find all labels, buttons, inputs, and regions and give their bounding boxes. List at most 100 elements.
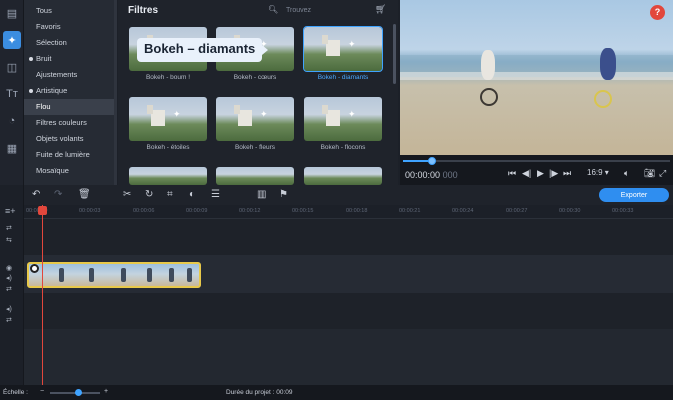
- clip-frame-figure: [187, 268, 192, 282]
- audio-track-mute-icon[interactable]: ◂): [6, 305, 12, 313]
- video-track-mute-icon[interactable]: ◂): [6, 274, 12, 282]
- more-tools-icon[interactable]: ▦: [3, 139, 21, 157]
- category-item[interactable]: Fuite de lumière: [24, 147, 117, 163]
- category-item-selected[interactable]: Flou: [24, 99, 117, 115]
- filters-scrollbar[interactable]: [393, 24, 396, 84]
- settings-sliders-icon[interactable]: ☰: [211, 189, 220, 200]
- playback-progress[interactable]: [403, 157, 670, 165]
- playhead-line[interactable]: [42, 205, 43, 385]
- filter-tooltip: Bokeh – diamants: [137, 38, 269, 62]
- step-forward-icon[interactable]: |▶: [549, 168, 558, 179]
- tools-sidebar: ▤ ✦ ◫ Tт ◔ ▦: [0, 0, 24, 185]
- filter-label: Bokeh - cœurs: [233, 74, 277, 81]
- category-item[interactable]: Bruit: [24, 51, 117, 67]
- titles-icon[interactable]: Tт: [3, 85, 21, 103]
- ruler-tick-label: 00:00:15: [292, 208, 314, 214]
- transitions-icon[interactable]: ◫: [3, 58, 21, 76]
- clip-frame-figure: [169, 268, 174, 282]
- cut-icon[interactable]: ✂: [123, 189, 131, 200]
- zoom-in-icon[interactable]: +: [104, 388, 108, 395]
- project-duration: Durée du projet : 00:09: [226, 389, 293, 396]
- scale-slider-knob[interactable]: [74, 389, 82, 396]
- timeline-tracks[interactable]: [24, 219, 673, 385]
- search-icon[interactable]: 🔍︎: [268, 5, 278, 14]
- category-item[interactable]: Artistique: [24, 83, 117, 99]
- filters-magic-icon[interactable]: ✦: [3, 31, 21, 49]
- title-track[interactable]: [24, 219, 673, 255]
- timeline-ruler[interactable]: 00:00:00 00:00:03 00:00:06 00:00:09 00:0…: [24, 205, 673, 219]
- video-track-visibility-icon[interactable]: ◉: [6, 264, 12, 272]
- timecode-ms: 000: [442, 170, 458, 180]
- clip-frame-figure: [89, 268, 94, 282]
- filter-thumbnail[interactable]: [216, 167, 294, 185]
- video-track-link-icon[interactable]: ⇄: [6, 285, 12, 293]
- filters-title: Filtres: [128, 4, 159, 16]
- track-lock-icon[interactable]: ⇆: [6, 236, 12, 244]
- filters-header: Filtres 🔍︎ 🛒︎: [118, 0, 398, 20]
- category-item[interactable]: Filtres couleurs: [24, 115, 117, 131]
- skip-start-icon[interactable]: ⏮︎: [508, 168, 516, 179]
- fullscreen-icon[interactable]: ⤢: [659, 168, 666, 179]
- video-clip[interactable]: [27, 262, 201, 288]
- zoom-out-icon[interactable]: −: [40, 388, 44, 395]
- castle-image: [234, 105, 252, 126]
- category-item[interactable]: Favoris: [24, 19, 117, 35]
- track-link-icon[interactable]: ⇄: [6, 224, 12, 232]
- marker-flag-icon[interactable]: ⚑: [279, 189, 288, 200]
- category-item[interactable]: Tous: [24, 3, 117, 19]
- filter-thumbnail[interactable]: [304, 167, 382, 185]
- delete-icon[interactable]: 🗑︎: [78, 189, 91, 200]
- volume-icon[interactable]: 🔈︎: [624, 168, 629, 179]
- help-icon[interactable]: ?: [650, 5, 665, 20]
- color-adjust-icon[interactable]: ◐: [189, 189, 195, 200]
- snapshot-icon[interactable]: 📷︎: [644, 168, 655, 179]
- video-preview[interactable]: ?: [400, 0, 673, 155]
- ruler-tick-label: 00:00:24: [452, 208, 474, 214]
- add-track-icon[interactable]: ≡+: [5, 206, 16, 216]
- category-item[interactable]: Objets volants: [24, 131, 117, 147]
- sparkle-icon: ✦: [173, 109, 181, 119]
- category-item[interactable]: Sélection: [24, 35, 117, 51]
- clip-frame-figure: [121, 268, 126, 282]
- redo-icon[interactable]: ↷: [54, 189, 62, 200]
- export-button[interactable]: Exporter: [599, 188, 669, 202]
- undo-icon[interactable]: ↶: [32, 189, 40, 200]
- filter-label: Bokeh - étoiles: [146, 144, 190, 151]
- category-scrollbar[interactable]: [114, 0, 117, 185]
- filter-thumbnail-selected[interactable]: ✦: [303, 26, 383, 72]
- aspect-ratio-select[interactable]: 16:9 ▾: [587, 168, 609, 177]
- cart-icon[interactable]: 🛒︎: [375, 4, 386, 15]
- clip-filter-badge-icon: [30, 264, 39, 273]
- filter-label: Bokeh - fleurs: [234, 144, 276, 151]
- play-icon[interactable]: ▶: [537, 168, 544, 179]
- filter-thumbnail[interactable]: ✦: [216, 97, 294, 141]
- search-input[interactable]: [286, 5, 356, 16]
- audio-track[interactable]: [24, 293, 673, 329]
- ruler-tick-label: 00:00:06: [133, 208, 155, 214]
- filter-thumbnail[interactable]: [129, 167, 207, 185]
- category-item[interactable]: Mosaïque: [24, 163, 117, 179]
- clip-frame-figure: [147, 268, 152, 282]
- playhead-handle[interactable]: [38, 206, 47, 215]
- import-icon[interactable]: ▤: [3, 4, 21, 22]
- filter-thumbnail[interactable]: ✦: [129, 97, 207, 141]
- playback-progress-knob[interactable]: [428, 157, 437, 165]
- category-item[interactable]: Ajustements: [24, 67, 117, 83]
- ruler-tick-label: 00:00:30: [559, 208, 581, 214]
- timecode-main: 00:00:00: [405, 170, 441, 180]
- clip-properties-icon[interactable]: ▥: [257, 189, 266, 200]
- stickers-icon[interactable]: ◔: [3, 112, 21, 130]
- filter-category-list: Tous Favoris Sélection Bruit Ajustements…: [24, 0, 117, 185]
- skip-end-icon[interactable]: ⏭︎: [563, 168, 571, 179]
- crop-icon[interactable]: ⌗: [167, 189, 173, 200]
- audio-track-link-icon[interactable]: ⇄: [6, 316, 12, 324]
- clip-frame-figure: [59, 268, 64, 282]
- status-bar: Échelle : − + Durée du projet : 00:09: [0, 385, 673, 400]
- ruler-tick-label: 00:00:12: [239, 208, 261, 214]
- filter-thumbnail[interactable]: ✦: [304, 97, 382, 141]
- scale-slider[interactable]: [50, 389, 100, 396]
- rotate-icon[interactable]: ↻: [145, 189, 153, 200]
- step-back-icon[interactable]: ◀|: [522, 168, 531, 179]
- timecode: 00:00:00 000: [405, 170, 458, 180]
- ruler-tick-label: 00:00:27: [506, 208, 528, 214]
